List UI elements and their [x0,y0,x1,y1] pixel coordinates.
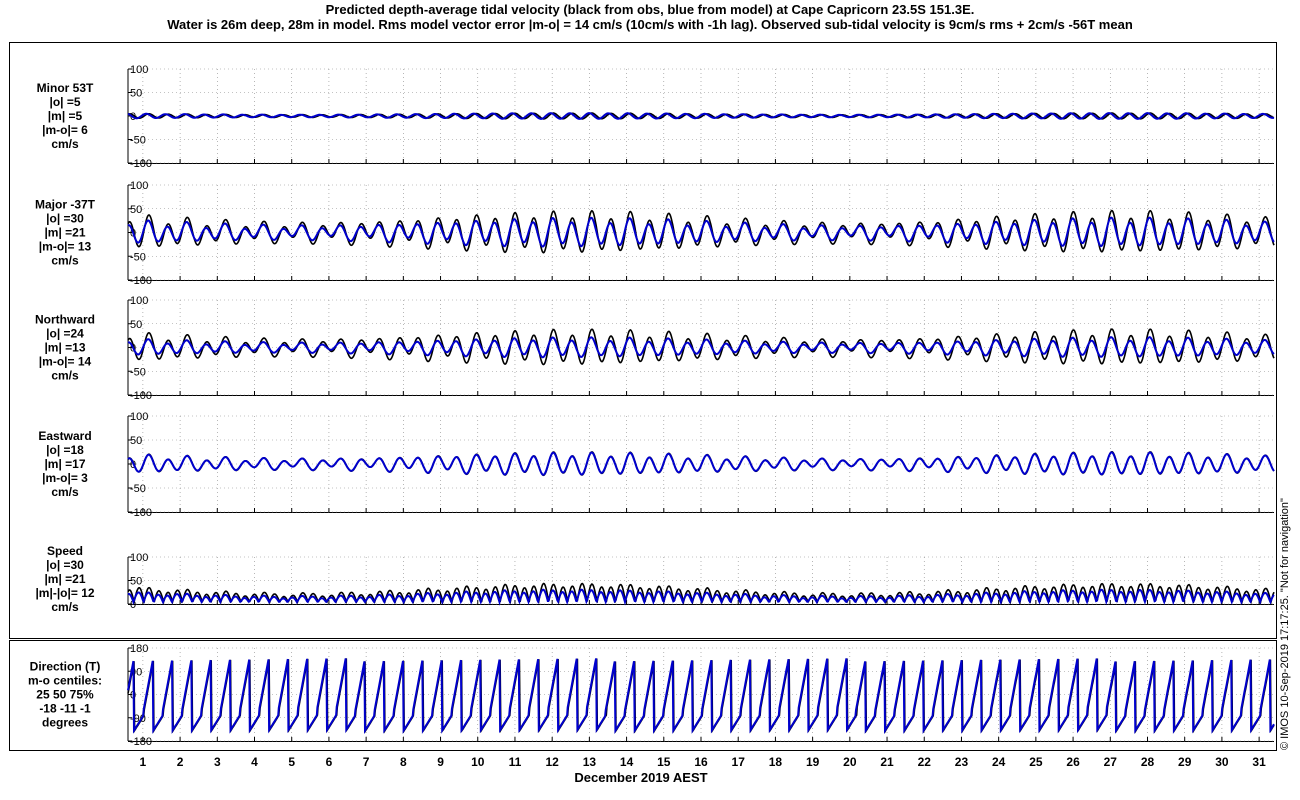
panel-2: 100500-50-100Major -37T|o| =30|m| =21|m-… [35,180,1275,287]
panel-label-line: Speed [47,544,83,558]
x-tick-label: 31 [1252,755,1266,769]
panel-label-line: |m-o|= 6 [42,123,88,137]
copyright-note: © IMOS 10-Sep-2019 17:17:25. "Not for na… [1279,498,1291,750]
y-tick-label: -100 [130,507,152,519]
panel-label-line: Northward [35,313,95,327]
panel-label-line: cm/s [51,369,79,383]
panel-label-line: |m| =13 [44,341,85,355]
x-tick-label: 4 [251,755,258,769]
panel-label-line: |o| =18 [46,443,84,457]
y-tick-label: -100 [130,390,152,402]
x-tick-label: 7 [363,755,370,769]
y-tick-label: -50 [130,366,146,378]
tidal-velocity-figure: Predicted depth-average tidal velocity (… [9,2,1291,785]
x-tick-label: 16 [694,755,708,769]
y-tick-label: 100 [130,64,148,76]
x-tick-label: 6 [326,755,333,769]
chart-title-line2: Water is 26m deep, 28m in model. Rms mod… [167,17,1133,32]
panel-label-line: Direction (T) [30,660,101,674]
y-tick-label: 100 [130,552,148,564]
panel-label-line: Eastward [38,429,91,443]
panel-1: 100500-50-100Minor 53T|o| =5|m| =5|m-o|=… [37,64,1275,170]
panel-label-line: Major -37T [35,198,96,212]
y-tick-label: -100 [130,275,152,287]
series-line-model [127,451,1275,476]
x-tick-label: 19 [806,755,820,769]
chart-title-line1: Predicted depth-average tidal velocity (… [326,2,975,17]
y-tick-label: 100 [130,180,148,192]
x-tick-label: 1 [140,755,147,769]
y-tick-label: 50 [130,435,142,447]
panel-label-line: 25 50 75% [36,688,94,702]
x-tick-label: 23 [955,755,969,769]
x-tick-label: 3 [214,755,221,769]
x-tick-label: 18 [769,755,783,769]
y-tick-label: 100 [130,295,148,307]
panel-label-line: |m|-|o|= 12 [35,586,94,600]
x-tick-label: 26 [1066,755,1080,769]
panel-label-line: |m| =21 [44,226,85,240]
x-tick-label: 21 [880,755,894,769]
panel-label-line: cm/s [51,254,79,268]
x-tick-label: 5 [288,755,295,769]
y-tick-label: -100 [130,158,152,170]
x-tick-label: 2 [177,755,184,769]
x-tick-label: 8 [400,755,407,769]
panel-label-line: |m-o|= 14 [39,355,92,369]
y-tick-label: -50 [130,483,146,495]
y-tick-label: -50 [130,251,146,263]
x-tick-label: 24 [992,755,1006,769]
x-tick-label: 12 [545,755,559,769]
panel-label-line: cm/s [51,137,79,151]
x-tick-label: 10 [471,755,485,769]
panel-label-line: degrees [42,716,88,730]
panel-6: 180900-90-180Direction (T)m-o centiles:2… [28,643,1275,748]
panel-label-line: m-o centiles: [28,674,102,688]
panel-label-line: |m-o|= 13 [39,240,92,254]
x-axis-label: December 2019 AEST [574,770,707,785]
panel-4: 100500-50-100Eastward|o| =18|m| =17|m-o|… [38,411,1275,519]
panel-label-line: |o| =30 [46,212,84,226]
panel-label-line: Minor 53T [37,81,94,95]
panel-label-line: -18 -11 -1 [39,702,91,716]
x-tick-label: 20 [843,755,857,769]
y-tick-label: -180 [130,736,152,748]
x-axis: 1 2 3 4 5 6 7 8 9 10 11 12 13 14 15 16 17 18 19 20 21 22 23 24 2… [140,755,1267,769]
y-tick-label: 100 [130,411,148,423]
panel-label-line: |o| =5 [49,95,80,109]
panel-label-line: cm/s [51,600,79,614]
x-tick-label: 22 [918,755,932,769]
panel-3: 100500-50-100Northward|o| =24|m| =13|m-o… [35,295,1275,402]
panel-label-line: |o| =24 [46,327,84,341]
y-tick-label: 50 [130,576,142,588]
x-tick-label: 28 [1141,755,1155,769]
y-tick-label: 180 [130,643,148,655]
panel-label-line: cm/s [51,485,79,499]
upper-frame [9,42,1277,639]
lower-frame [9,640,1277,751]
x-tick-label: 13 [583,755,597,769]
y-tick-label: 50 [130,204,142,216]
x-tick-label: 14 [620,755,634,769]
panel-label-line: |o| =30 [46,558,84,572]
x-tick-label: 30 [1215,755,1229,769]
x-tick-label: 11 [509,755,522,769]
panel-label-line: |m| =5 [48,109,83,123]
x-tick-label: 17 [732,755,746,769]
panel-label-line: |m-o|= 3 [42,471,88,485]
x-tick-label: 29 [1178,755,1192,769]
y-tick-label: 50 [130,88,142,100]
panels: 100500-50-100Minor 53T|o| =5|m| =5|m-o|=… [28,64,1275,748]
y-tick-label: -50 [130,135,146,147]
x-tick-label: 9 [437,755,444,769]
panel-label-line: |m| =21 [44,572,85,586]
panel-label-line: |m| =17 [44,457,85,471]
x-tick-label: 15 [657,755,671,769]
x-tick-label: 27 [1104,755,1118,769]
x-tick-label: 25 [1029,755,1043,769]
panel-5: 100500Speed|o| =30|m| =21|m|-|o|= 12cm/s [35,544,1275,614]
y-tick-label: 50 [130,319,142,331]
